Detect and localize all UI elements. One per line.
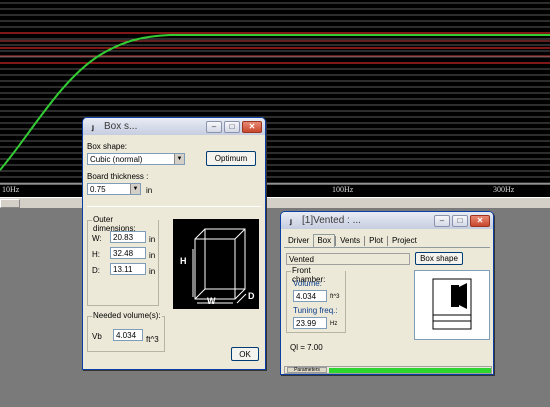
ok-button[interactable]: OK (231, 347, 259, 361)
diagram-w-label: W (207, 296, 216, 306)
tab-vents[interactable]: Vents (336, 234, 364, 247)
width-field[interactable]: 20.83 (110, 231, 146, 243)
separator (87, 206, 261, 207)
depth-unit: in (149, 267, 156, 276)
app-icon: ⱼ (92, 121, 94, 133)
box-shape-select[interactable]: Cubic (normal) ▼ (87, 153, 185, 165)
vented-tabs: Driver Box Vents Plot Project (284, 234, 421, 247)
outer-dimensions-group: Outer dimensions: W: 20.83 in H: 32.48 i… (87, 215, 159, 306)
close-button[interactable]: ✕ (242, 120, 262, 133)
board-thickness-unit: in (146, 186, 153, 195)
maximize-button[interactable]: □ (452, 214, 468, 227)
height-label: H: (92, 250, 100, 259)
window-title: Box s... (104, 121, 138, 132)
tab-plot[interactable]: Plot (365, 234, 387, 247)
ql-text: Ql = 7.00 (290, 343, 323, 352)
box-type-field[interactable]: Vented (286, 253, 410, 265)
height-unit: in (149, 251, 156, 260)
box-shape-button[interactable]: Box shape (415, 252, 463, 265)
width-unit: in (149, 235, 156, 244)
vb-unit: ft^3 (146, 335, 159, 344)
speaker-box-graphic (432, 278, 472, 330)
app-icon: ⱼ (290, 215, 292, 227)
tuning-field[interactable]: 23.99 (293, 317, 327, 329)
box-shape-window: ⱼ Box s... – □ ✕ Box shape: Cubic (norma… (82, 117, 266, 370)
depth-label: D: (92, 266, 100, 275)
vented-window: ⱼ [1]Vented : ... – □ ✕ Driver Box Vents… (280, 211, 494, 375)
volume-unit: ft^3 (330, 294, 340, 300)
tab-project[interactable]: Project (388, 234, 421, 247)
diagram-d-label: D (248, 291, 255, 301)
needed-volume-title: Needed volume(s): (92, 311, 162, 320)
progress-bar (329, 368, 491, 373)
volume-label: Volume: (293, 279, 322, 288)
minimize-button[interactable]: – (206, 120, 222, 133)
width-label: W: (92, 234, 102, 243)
vb-field[interactable]: 4.034 (113, 329, 143, 341)
window-title: [1]Vented : ... (302, 215, 361, 226)
tuning-label: Tuning freq.: (293, 306, 338, 315)
x-tick-10hz: 10Hz (2, 185, 20, 194)
x-tick-300hz: 300Hz (493, 185, 515, 194)
vb-label: Vb (92, 332, 102, 341)
box-preview (414, 270, 490, 340)
tuning-unit: Hz (330, 321, 338, 327)
front-chamber-group: Front chamber: Volume: 4.034 ft^3 Tuning… (286, 266, 346, 333)
scroll-thumb[interactable] (0, 199, 20, 208)
diagram-h-label: H (180, 256, 187, 266)
box-shape-label: Box shape: (87, 142, 128, 151)
needed-volume-group: Needed volume(s): Vb 4.034 ft^3 (87, 311, 165, 352)
minimize-button[interactable]: – (434, 214, 450, 227)
chevron-down-icon[interactable]: ▼ (174, 154, 184, 164)
box-diagram: H W D (173, 219, 259, 309)
tab-driver[interactable]: Driver (284, 234, 313, 247)
vented-titlebar[interactable]: ⱼ [1]Vented : ... – □ ✕ (281, 212, 493, 229)
status-bar: Parameters (284, 366, 492, 374)
box-shape-titlebar[interactable]: ⱼ Box s... – □ ✕ (83, 118, 265, 135)
optimum-button[interactable]: Optimum (206, 151, 256, 166)
close-button[interactable]: ✕ (470, 214, 490, 227)
board-thickness-label: Board thickness : (87, 172, 149, 181)
board-thickness-select[interactable]: 0.75 ▼ (87, 183, 141, 195)
board-thickness-value: 0.75 (90, 185, 106, 194)
volume-field[interactable]: 4.034 (293, 290, 327, 302)
tab-divider (284, 247, 490, 248)
x-tick-100hz: 100Hz (332, 185, 354, 194)
height-field[interactable]: 32.48 (110, 247, 146, 259)
chevron-down-icon[interactable]: ▼ (130, 184, 140, 194)
depth-field[interactable]: 13.11 (110, 263, 146, 275)
box-shape-value: Cubic (normal) (90, 155, 143, 164)
status-label: Parameters (287, 367, 327, 373)
tab-box[interactable]: Box (313, 234, 336, 247)
maximize-button[interactable]: □ (224, 120, 240, 133)
